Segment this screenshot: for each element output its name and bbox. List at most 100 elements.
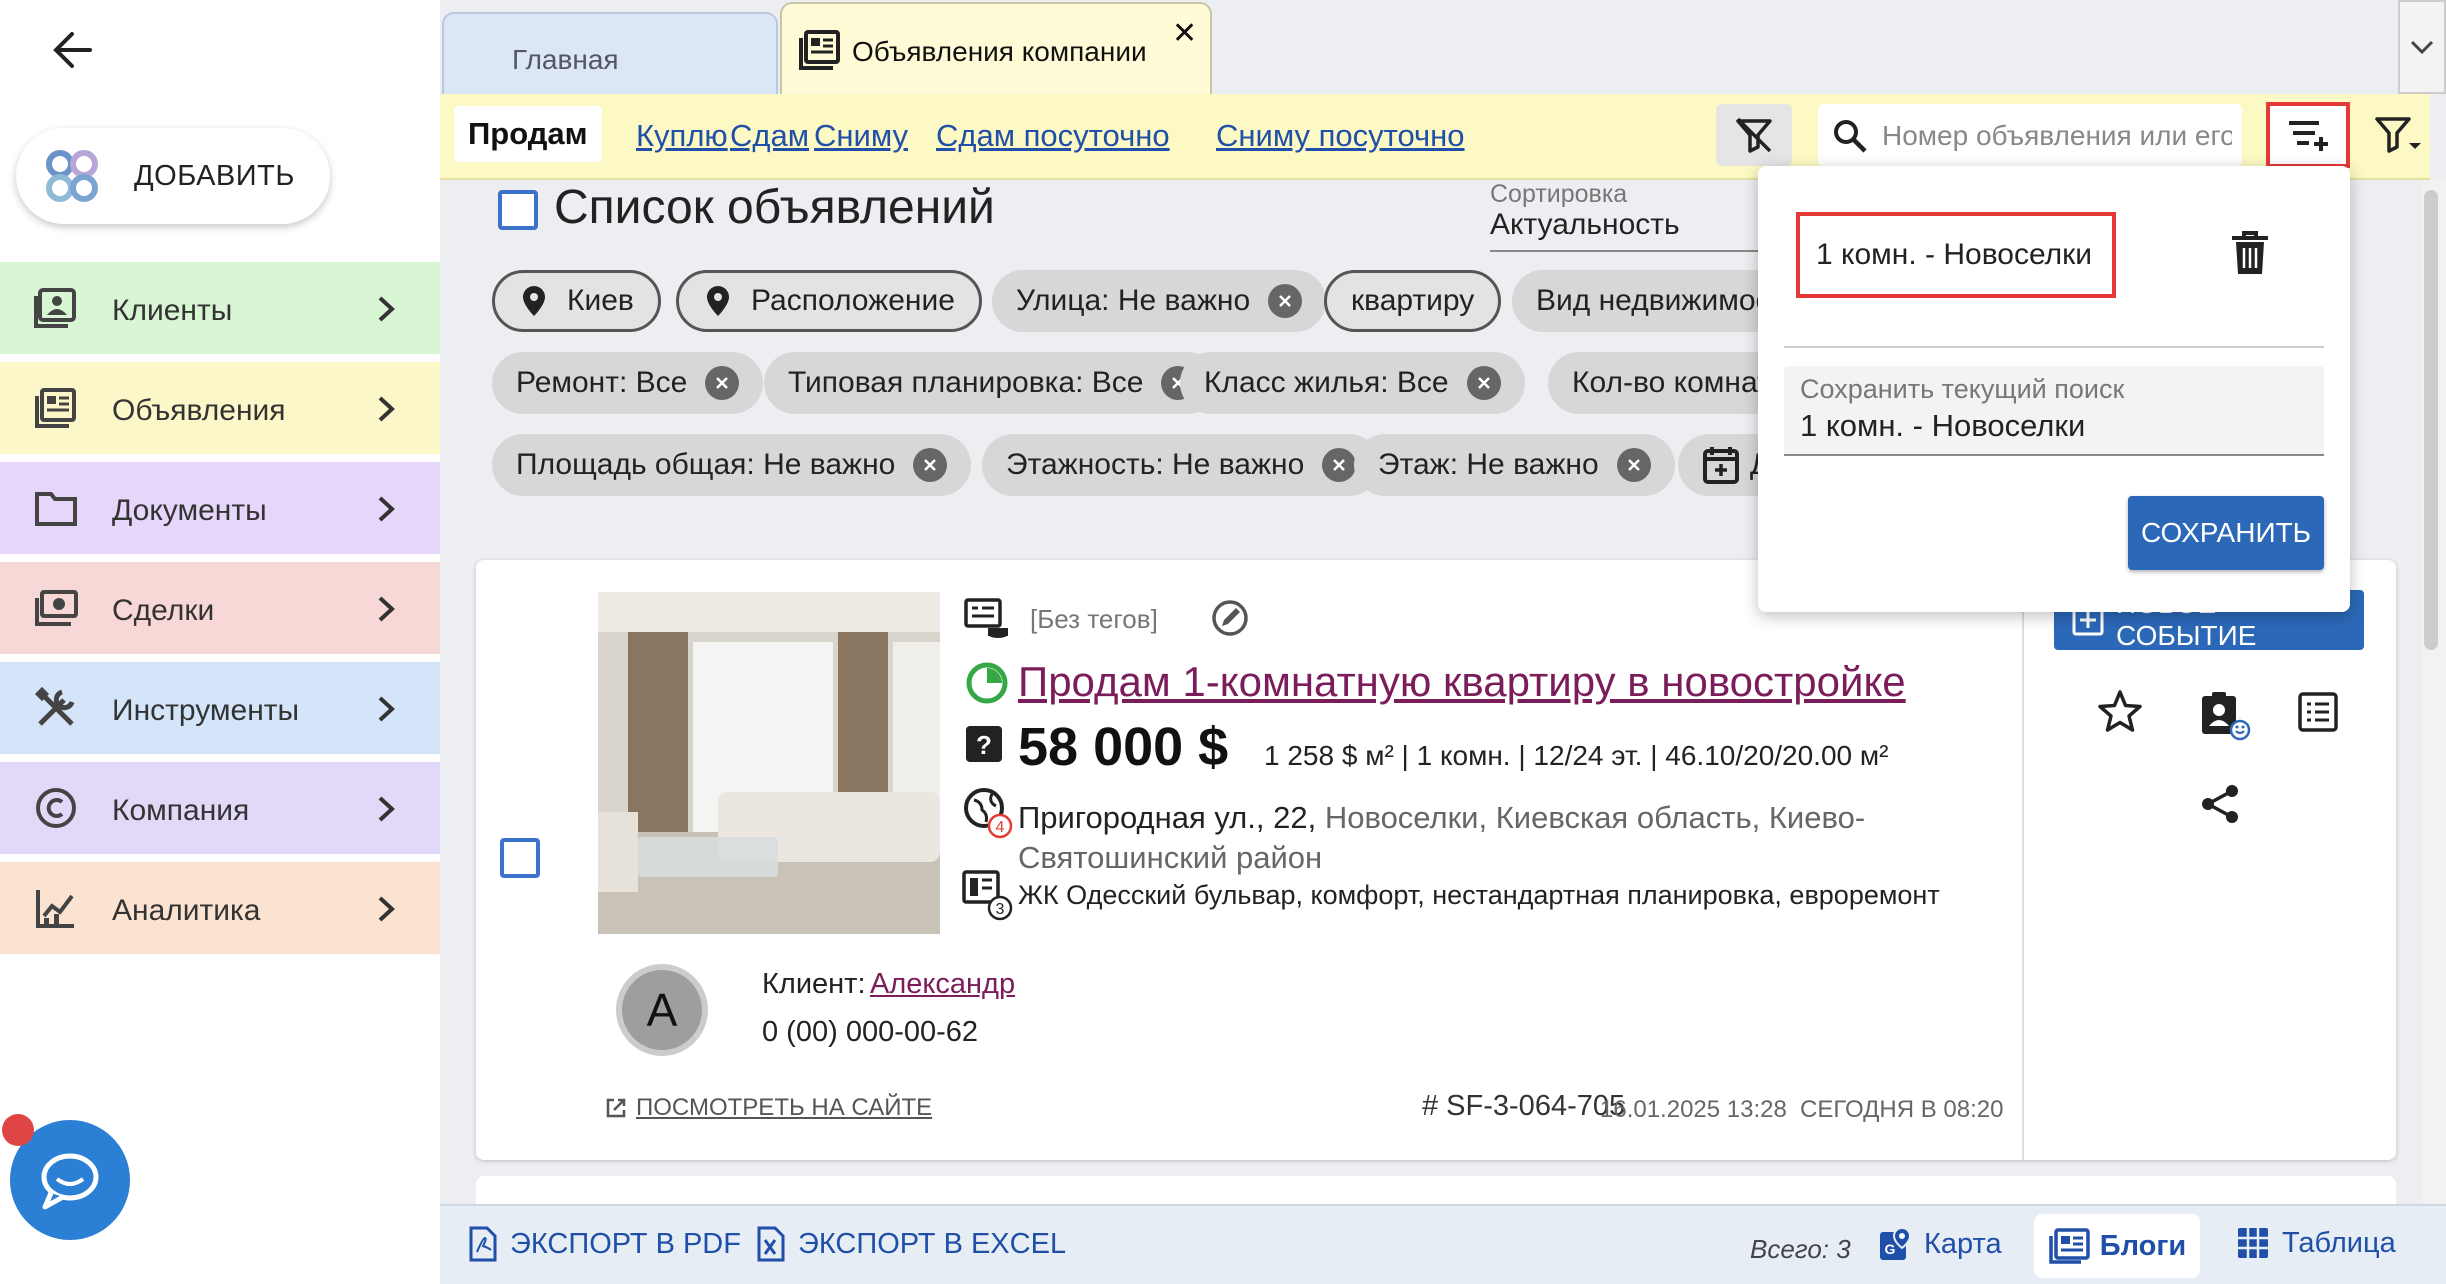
- client-phone: 0 (00) 000-00-62: [762, 1016, 979, 1048]
- select-all-checkbox[interactable]: [498, 190, 538, 230]
- trash-icon[interactable]: [2228, 230, 2272, 278]
- deal-type-rent[interactable]: Сниму: [814, 118, 908, 154]
- save-search-button[interactable]: [2266, 102, 2350, 168]
- saved-search-item[interactable]: 1 комн. - Новоселки: [1796, 212, 2116, 298]
- assign-client-icon[interactable]: [2198, 688, 2252, 742]
- deal-type-daily-rent[interactable]: Сниму посуточно: [1216, 118, 1465, 154]
- deal-type-rent-out[interactable]: Сдам: [730, 118, 809, 154]
- map-icon: G: [1880, 1226, 1912, 1260]
- chip-label: Типовая планировка: Все: [788, 366, 1144, 399]
- photos-count-badge: 4: [996, 819, 1005, 836]
- filter-chip-floors[interactable]: Этажность: Не важно: [982, 434, 1381, 496]
- listing-address: Пригородная ул., 22, Новоселки, Киевская…: [1018, 798, 1918, 878]
- address-street: Пригородная ул., 22,: [1018, 800, 1317, 835]
- copyright-icon: [36, 788, 76, 828]
- sidebar-item-deals[interactable]: Сделки: [0, 562, 440, 658]
- edit-tags-icon[interactable]: [1210, 598, 1250, 638]
- tab-home[interactable]: Главная: [442, 12, 778, 96]
- sidebar-item-tools[interactable]: Инструменты: [0, 662, 440, 758]
- filter-chip-property[interactable]: квартиру: [1324, 270, 1502, 332]
- filter-chip-layout[interactable]: Типовая планировка: Все: [764, 352, 1220, 414]
- filter-chip-renovation[interactable]: Ремонт: Все: [492, 352, 764, 414]
- listing-photo[interactable]: [598, 592, 940, 934]
- view-map-button[interactable]: G Карта: [1878, 1226, 2002, 1262]
- save-button[interactable]: СОХРАНИТЬ: [2128, 496, 2324, 570]
- view-blogs-button[interactable]: Блоги: [2034, 1214, 2200, 1278]
- client-name-link[interactable]: Александр: [870, 968, 1015, 1001]
- filter-chip-street[interactable]: Улица: Не важно: [992, 270, 1327, 332]
- sidebar-item-documents[interactable]: Документы: [0, 462, 440, 558]
- details-icon[interactable]: [2296, 690, 2340, 734]
- location-pin-icon: [707, 286, 729, 316]
- sidebar-item-company[interactable]: Компания: [0, 762, 440, 858]
- filter-chip-housing-class[interactable]: Класс жилья: Все: [1180, 352, 1525, 414]
- deal-type-sell[interactable]: Продам: [454, 106, 602, 162]
- filter-chip-location[interactable]: Расположение: [676, 270, 982, 332]
- filter-off-icon: [1736, 117, 1772, 153]
- tags-label: [Без тегов]: [1030, 604, 1158, 634]
- close-icon[interactable]: [1616, 448, 1651, 482]
- filter-chip-area[interactable]: Площадь общая: Не важно: [492, 434, 972, 496]
- close-icon[interactable]: [1466, 366, 1501, 400]
- close-icon[interactable]: [1322, 448, 1357, 482]
- pdf-file-icon: [469, 1226, 497, 1262]
- star-icon[interactable]: [2096, 688, 2144, 736]
- save-search-field[interactable]: Сохранить текущий поиск 1 комн. - Новосе…: [1784, 366, 2324, 456]
- sidebar-item-label: Аналитика: [112, 894, 261, 927]
- close-icon[interactable]: [705, 366, 740, 400]
- view-map-label: Карта: [1924, 1227, 2002, 1260]
- filter-chip-floor[interactable]: Этаж: Не важно: [1354, 434, 1675, 496]
- tab-company-listings[interactable]: Объявления компании ✕: [780, 2, 1212, 96]
- deal-type-buy[interactable]: Куплю: [636, 118, 728, 154]
- tabs-dropdown-button[interactable]: [2398, 0, 2446, 94]
- sidebar-item-clients[interactable]: Клиенты: [0, 262, 440, 358]
- close-tab-icon[interactable]: ✕: [1172, 16, 1197, 51]
- sort-select[interactable]: Актуальность: [1490, 208, 1680, 242]
- total-count: Всего: 3: [1750, 1234, 1851, 1264]
- view-on-site-link[interactable]: ПОСМОТРЕТЬ НА САЙТЕ: [636, 1094, 932, 1122]
- features-icon[interactable]: 3: [960, 866, 1016, 922]
- external-link-icon: [606, 1098, 626, 1118]
- export-pdf-label: ЭКСПОРТ В PDF: [510, 1227, 741, 1260]
- clear-filter-button[interactable]: [1716, 104, 1792, 166]
- client-label: Клиент:: [762, 968, 866, 1000]
- save-search-input[interactable]: 1 комн. - Новоселки: [1800, 408, 2085, 444]
- sidebar-item-label: Компания: [112, 794, 250, 827]
- filter-menu-button[interactable]: [2368, 104, 2430, 166]
- chip-label: Расположение: [751, 284, 955, 317]
- listing-title-link[interactable]: Продам 1-комнатную квартиру в новостройк…: [1018, 658, 1906, 706]
- avatar: A: [616, 964, 708, 1056]
- listing-checkbox[interactable]: [500, 838, 540, 878]
- sidebar: ДОБАВИТЬ Клиенты Объявления Документы Сд…: [0, 0, 440, 1284]
- app-logo-icon: [46, 150, 98, 202]
- deal-type-daily-rent-out[interactable]: Сдам посуточно: [936, 118, 1170, 154]
- tab-company-listings-label: Объявления компании: [852, 36, 1147, 67]
- sidebar-item-listings[interactable]: Объявления: [0, 362, 440, 458]
- add-button[interactable]: ДОБАВИТЬ: [16, 128, 330, 224]
- folder-icon: [35, 492, 77, 526]
- question-icon: ?: [966, 726, 1002, 762]
- export-excel-button[interactable]: ЭКСПОРТ В EXCEL: [756, 1226, 1066, 1262]
- back-arrow-icon[interactable]: [44, 22, 100, 78]
- tab-home-label: Главная: [512, 44, 619, 75]
- close-icon[interactable]: [1268, 284, 1303, 318]
- view-table-button[interactable]: Таблица: [2236, 1226, 2396, 1260]
- chevron-right-icon: [378, 796, 395, 822]
- filter-add-icon: [2289, 121, 2328, 151]
- sort-underline: [1490, 250, 1790, 252]
- filter-chip-city[interactable]: Киев: [492, 270, 661, 332]
- sidebar-item-analytics[interactable]: Аналитика: [0, 862, 440, 958]
- scrollbar-thumb[interactable]: [2424, 190, 2438, 650]
- chevron-right-icon: [378, 296, 395, 322]
- export-pdf-button[interactable]: ЭКСПОРТ В PDF: [468, 1226, 741, 1262]
- chip-label: Кол-во комнат: [1572, 366, 1771, 399]
- search-input[interactable]: [1882, 116, 2232, 156]
- page-title: Список объявлений: [554, 181, 995, 234]
- share-icon[interactable]: [2198, 782, 2242, 826]
- location-pin-icon: [523, 286, 545, 316]
- chip-label: Этажность: Не важно: [1006, 448, 1305, 481]
- scrollbar[interactable]: [2422, 180, 2446, 1204]
- close-icon[interactable]: [913, 448, 948, 482]
- globe-icon[interactable]: 4: [960, 784, 1016, 840]
- listings-icon: [2048, 1228, 2090, 1264]
